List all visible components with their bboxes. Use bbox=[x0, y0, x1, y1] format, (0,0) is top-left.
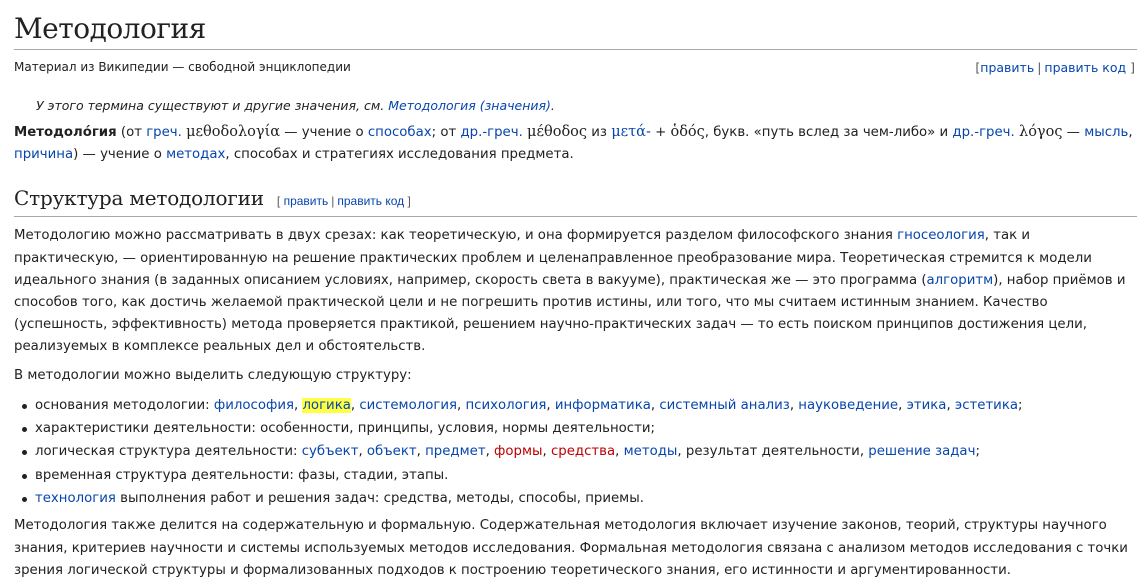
link-metodah[interactable]: методах bbox=[166, 147, 225, 162]
article: Методология Материал из Википедии — своб… bbox=[14, 0, 1137, 582]
site-subtitle-text: Материал из Википедии — свободной энцикл… bbox=[14, 60, 351, 74]
edit-link[interactable]: править bbox=[980, 60, 1034, 75]
link-filosofiya[interactable]: философия bbox=[214, 398, 294, 413]
greek-abbr-link[interactable]: греч. bbox=[146, 125, 182, 140]
list-item: временная структура деятельности: фазы, … bbox=[22, 464, 1137, 487]
link-prichina[interactable]: причина bbox=[14, 147, 73, 162]
section-heading: Структура методологии [ править | править к… bbox=[14, 185, 1137, 218]
link-metody[interactable]: методы bbox=[624, 444, 678, 459]
link-etika[interactable]: этика bbox=[907, 398, 947, 413]
section-edit-source-link[interactable]: править код bbox=[337, 194, 404, 208]
link-algorithm[interactable]: алгоритм bbox=[927, 273, 994, 288]
link-formy[interactable]: формы bbox=[494, 444, 542, 459]
link-sposobah[interactable]: способах bbox=[368, 125, 432, 140]
site-subtitle: Материал из Википедии — свободной энцикл… bbox=[14, 60, 1137, 78]
link-sistemologiya[interactable]: системология bbox=[359, 398, 457, 413]
link-informatika[interactable]: информатика bbox=[555, 398, 651, 413]
section-paragraph-2: В методологии можно выделить следующую с… bbox=[14, 367, 412, 383]
list-item: основания методологии: философия, логика… bbox=[22, 394, 1137, 417]
page-title: Методология bbox=[14, 0, 1137, 50]
section-heading-text: Структура методологии bbox=[14, 186, 264, 211]
link-obekt[interactable]: объект bbox=[367, 444, 417, 459]
link-sistemnyi-analiz[interactable]: системный анализ bbox=[659, 398, 789, 413]
ancient-greek-abbr-link-2[interactable]: др.-греч. bbox=[952, 125, 1014, 140]
list-item: технология выполнения работ и решения за… bbox=[22, 487, 1137, 510]
section-edit-links: [ править | править код ] bbox=[276, 194, 411, 209]
link-tehnologiya[interactable]: технология bbox=[35, 491, 116, 506]
greek-word: μεθοδολογία bbox=[186, 124, 281, 140]
link-psihologiya[interactable]: психология bbox=[465, 398, 546, 413]
structure-list: основания методологии: философия, логика… bbox=[14, 394, 1137, 510]
edit-source-link[interactable]: править код bbox=[1044, 60, 1126, 75]
lead-paragraph: Методоло́гия (от греч. μεθοδολογία — уче… bbox=[14, 124, 1133, 163]
list-item: логическая структура деятельности: субъе… bbox=[22, 440, 1137, 463]
link-predmet[interactable]: предмет bbox=[425, 444, 485, 459]
link-meta[interactable]: μετά- bbox=[611, 124, 651, 140]
hatnote: У этого термина существуют и другие знач… bbox=[36, 98, 555, 113]
section-edit-link[interactable]: править bbox=[284, 194, 329, 208]
section-paragraph-3: Методология также делится на содержатель… bbox=[14, 518, 1128, 578]
hatnote-text: У этого термина существуют и другие знач… bbox=[36, 98, 389, 113]
section-paragraph-1: Методологию можно рассматривать в двух с… bbox=[14, 228, 1126, 355]
title-edit-links: [править | править код ] bbox=[975, 60, 1135, 75]
link-gnoseology[interactable]: гносеология bbox=[897, 228, 985, 243]
link-sredstva[interactable]: средства bbox=[551, 444, 615, 459]
link-naukovedenie[interactable]: науковедение bbox=[798, 398, 898, 413]
lead-term: Методоло́гия bbox=[14, 125, 117, 140]
link-subekt[interactable]: субъект bbox=[302, 444, 359, 459]
hatnote-link[interactable]: Методология (значения) bbox=[388, 98, 551, 113]
link-estetika[interactable]: эстетика bbox=[955, 398, 1018, 413]
link-mysl[interactable]: мысль bbox=[1084, 125, 1128, 140]
link-reshenie-zadach[interactable]: решение задач bbox=[868, 444, 975, 459]
link-logika[interactable]: логика bbox=[302, 397, 351, 413]
ancient-greek-abbr-link[interactable]: др.-греч. bbox=[460, 125, 522, 140]
list-item: характеристики деятельности: особенности… bbox=[22, 417, 1137, 440]
